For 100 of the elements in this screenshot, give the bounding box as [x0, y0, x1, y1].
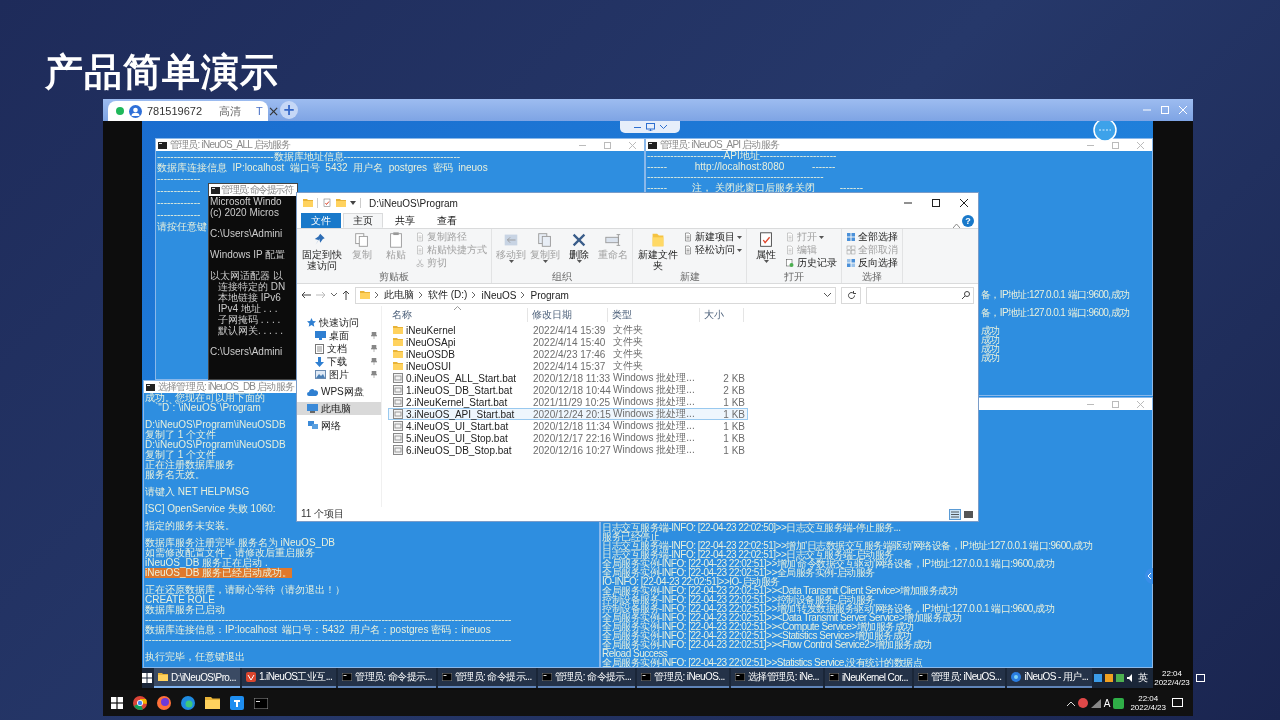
nav-item[interactable]: 下载 [297, 355, 381, 368]
monitor-icon[interactable] [645, 123, 655, 131]
mode-label[interactable]: T [256, 105, 263, 117]
ribbon-tab[interactable]: 文件 [301, 213, 341, 228]
taskbar-button[interactable]: 管理员: iNeuOS... [913, 668, 1006, 688]
close-icon[interactable] [960, 199, 968, 207]
large-icons-view-icon[interactable] [963, 508, 974, 520]
file-row[interactable]: 2.iNeuKernel_Start.bat 2021/11/29 10:25 Windows 批处理... 1 KB [388, 396, 748, 408]
column-header[interactable]: 名称 [388, 308, 528, 322]
taskbar-button[interactable]: D:\iNeuOS\Pro... [154, 668, 240, 688]
window-title: 选择管理员: iNeuOS_DB 启动服务 [158, 381, 294, 393]
file-row[interactable]: 3.iNeuOS_API_Start.bat 2020/12/24 20:15 Windows 批处理... 1 KB [388, 408, 748, 420]
taskbar-button[interactable]: 管理员: iNeuOS... [637, 668, 729, 688]
address-bar[interactable]: 此电脑 软件 (D:) iNeuOS Program [355, 286, 836, 304]
notification-icon[interactable] [1195, 673, 1205, 683]
clock[interactable]: 22:04 2022/4/23 [1127, 694, 1169, 712]
taskbar-button[interactable]: iNeuKernel Cor... [824, 668, 912, 688]
column-header[interactable]: 修改日期 [528, 308, 608, 322]
taskbar-button[interactable]: 管理员: 命令提示... [537, 668, 636, 688]
language-indicator[interactable]: 英 [1138, 671, 1149, 685]
file-date: 2020/12/18 11:33 [533, 372, 611, 384]
nav-item[interactable]: 快速访问 [297, 316, 381, 329]
ribbon-button[interactable]: 反向选择 [846, 257, 898, 269]
collapse-tab-icon[interactable] [1143, 568, 1153, 584]
input-method-indicator[interactable]: A [1103, 697, 1111, 709]
new-tab-button[interactable]: + [280, 101, 298, 119]
browser-icon[interactable] [181, 696, 195, 710]
taskbar-button[interactable]: 管理员: 命令提示... [437, 668, 536, 688]
ribbon-button[interactable]: 属性 [751, 231, 781, 271]
file-row[interactable]: iNeuOSApi 2022/4/14 15:40 文件夹 [388, 336, 748, 348]
file-type: Windows 批处理... [613, 431, 695, 444]
search-field[interactable] [866, 286, 974, 304]
file-row[interactable]: 0.iNeuOS_ALL_Start.bat 2020/12/18 11:33 Windows 批处理... 2 KB [388, 372, 748, 384]
file-row[interactable]: iNeuOSDB 2022/4/23 17:46 文件夹 [388, 348, 748, 360]
nav-item[interactable]: 此电脑 [297, 402, 381, 415]
close-tab-button[interactable]: × [267, 104, 280, 118]
ribbon-button[interactable]: 全部选择 [846, 231, 898, 243]
app-icon[interactable] [230, 696, 244, 710]
file-row[interactable]: 4.iNeuOS_UI_Start.bat 2020/12/18 11:34 Windows 批处理... 1 KB [388, 420, 748, 432]
folder-icon[interactable] [205, 697, 220, 709]
browser-icon[interactable] [133, 696, 147, 710]
file-row[interactable]: 6.iNeuOS_DB_Stop.bat 2020/12/16 10:27 Windows 批处理... 1 KB [388, 444, 748, 456]
windows-start-icon[interactable] [111, 697, 123, 709]
caret-icon [737, 235, 742, 239]
ribbon-tab[interactable]: 共享 [385, 213, 425, 228]
column-header[interactable]: 类型 [608, 308, 700, 322]
chevron-down-icon[interactable] [824, 293, 831, 297]
console-line: 如需修改配置文件，请修改后重启服务 [145, 548, 315, 558]
group-label: 选择 [861, 271, 883, 283]
up-arrow-icon[interactable] [342, 290, 350, 300]
group-label: 新建 [678, 271, 701, 283]
column-header[interactable]: 大小 [700, 308, 744, 322]
taskbar-button[interactable]: 1.iNeuOS工业互... [241, 668, 337, 688]
file-row[interactable]: 1.iNeuOS_DB_Start.bat 2020/12/18 10:44 Windows 批处理... 2 KB [388, 384, 748, 396]
nav-item[interactable]: 桌面 [297, 329, 381, 342]
ribbon-button[interactable]: 历史记录 [785, 257, 837, 269]
windows-start-icon[interactable] [142, 673, 152, 683]
ribbon-button[interactable]: 删除 [564, 231, 594, 271]
console-line: 控制设备服务-INFO: [22-04-23 22:02:51]>>控制设备服务-启动服务 [602, 595, 875, 604]
taskbar-button[interactable]: iNeuOS - 用户... [1007, 668, 1093, 688]
nav-item[interactable]: 网络 [297, 419, 381, 432]
nav-item[interactable]: 文档 [297, 342, 381, 355]
help-button[interactable]: ? [962, 215, 974, 227]
ribbon-button[interactable]: 固定到快速访问 [301, 231, 343, 271]
terminal-icon [648, 141, 657, 149]
maximize-icon[interactable] [932, 199, 940, 207]
back-arrow-icon[interactable] [301, 291, 311, 299]
breadcrumb[interactable]: 软件 (D:) [428, 288, 468, 302]
ribbon-button[interactable]: 新建文件夹 [637, 231, 679, 271]
console-line: 全局服务实例-INFO: [22-04-23 22:02:51]>><Statistics Service>增加服务成功 [602, 631, 912, 640]
minimize-icon[interactable] [904, 199, 912, 207]
breadcrumb[interactable]: 此电脑 [384, 288, 414, 302]
ribbon-tab[interactable]: 查看 [427, 213, 467, 228]
breadcrumb[interactable]: Program [530, 289, 569, 301]
refresh-button[interactable] [841, 286, 861, 304]
chevron-down-icon[interactable] [659, 125, 667, 129]
quality-label[interactable]: 高清 [219, 103, 242, 119]
terminal-icon[interactable] [254, 697, 268, 709]
caret-icon [737, 248, 742, 252]
caret-icon[interactable] [350, 201, 356, 205]
file-row[interactable]: iNeuOSUI 2022/4/14 15:37 文件夹 [388, 360, 748, 372]
notification-icon[interactable] [1172, 698, 1183, 708]
chevron-right-icon [521, 292, 526, 298]
ribbon-button[interactable]: 新建项目 [683, 231, 742, 243]
details-view-icon[interactable] [949, 508, 961, 520]
terminal-icon [342, 673, 353, 681]
clock[interactable]: 22:04 2022/4/23 [1151, 669, 1193, 687]
nav-item[interactable]: 图片 [297, 368, 381, 381]
file-row[interactable]: 5.iNeuOS_UI_Stop.bat 2020/12/17 22:16 Windows 批处理... 1 KB [388, 432, 748, 444]
item-count: 11 个项目 [301, 507, 345, 521]
taskbar-button[interactable]: 管理员: 命令提示... [338, 668, 436, 688]
breadcrumb[interactable]: iNeuOS [481, 289, 517, 301]
chevron-down-icon[interactable] [331, 293, 337, 297]
taskbar-button[interactable]: 选择管理员: iNe... [730, 668, 823, 688]
console-line: 成功。您现在可以用下面的 [145, 393, 265, 403]
ribbon-button[interactable]: 轻松访问 [683, 244, 742, 256]
browser-icon[interactable] [157, 696, 171, 710]
ribbon-tab[interactable]: 主页 [343, 213, 383, 228]
nav-item[interactable]: WPS网盘 [297, 385, 381, 398]
file-row[interactable]: iNeuKernel 2022/4/14 15:39 文件夹 [388, 324, 748, 336]
